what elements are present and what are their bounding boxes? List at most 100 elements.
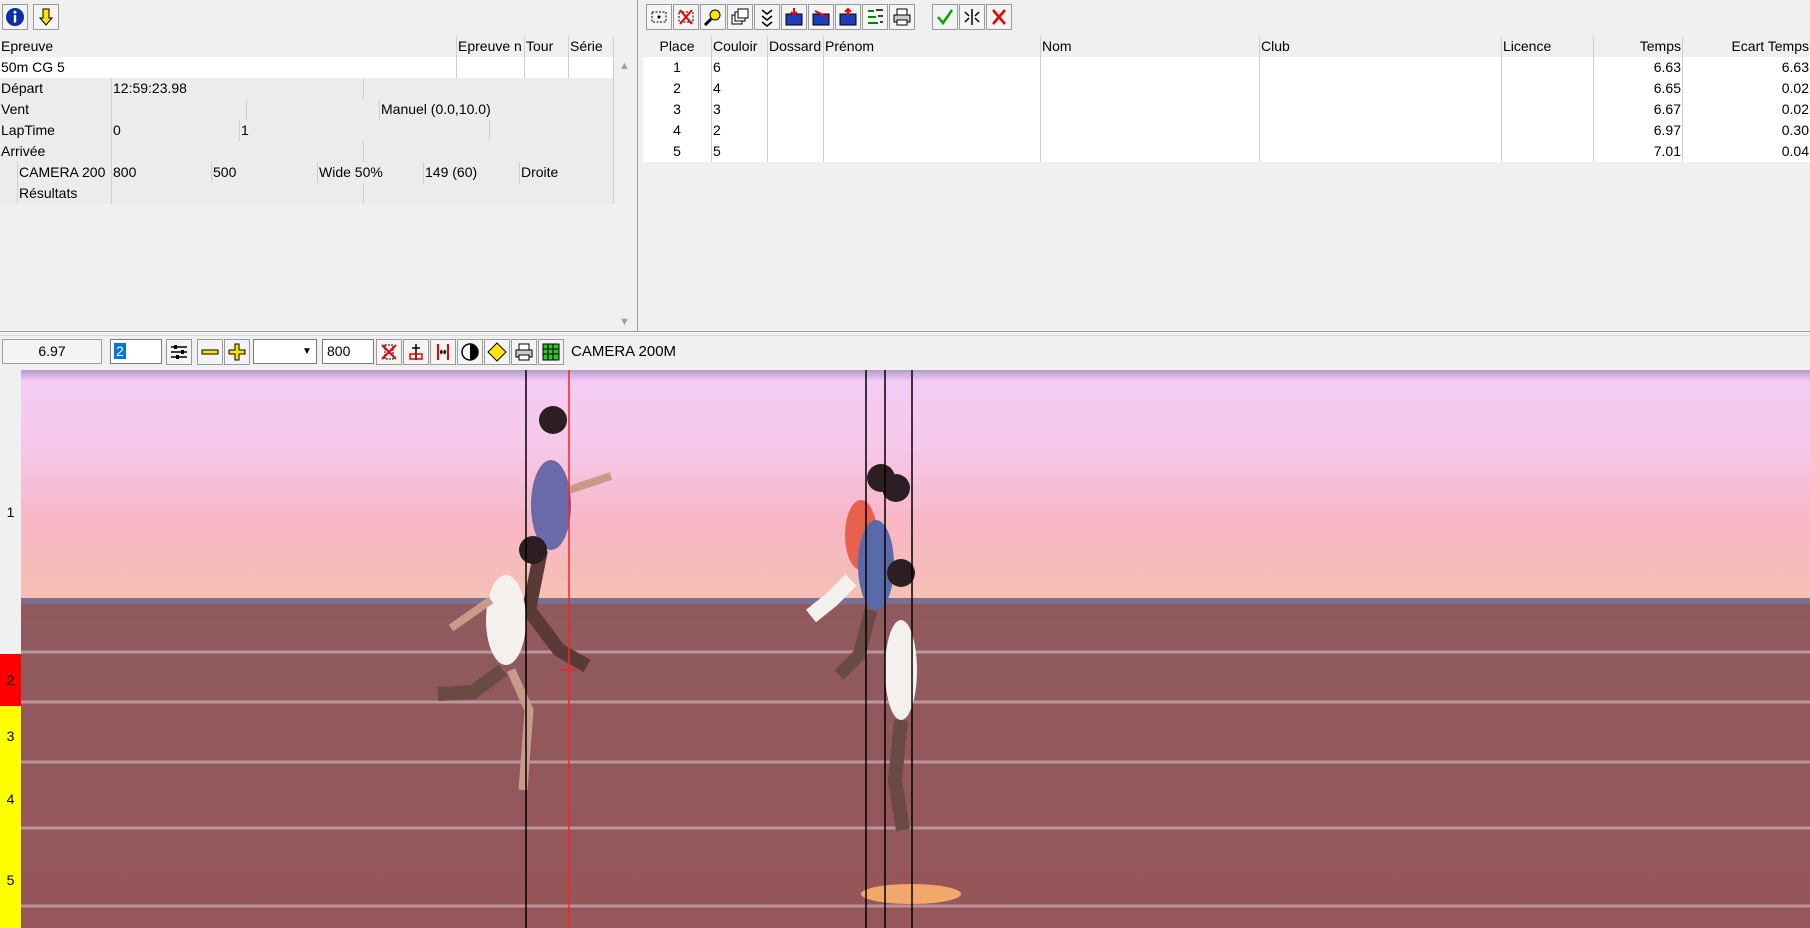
laptime-count[interactable]: 1	[240, 120, 490, 141]
result-time[interactable]: 6.65	[1594, 78, 1683, 99]
select-all-button[interactable]	[646, 4, 672, 30]
result-time[interactable]: 6.63	[1594, 57, 1683, 78]
event-round[interactable]	[525, 57, 569, 78]
results-row[interactable]: Résultats	[0, 183, 614, 204]
result-place[interactable]: 2	[643, 78, 712, 99]
table-row[interactable]: 4 2 6.97 0.30	[643, 120, 1810, 141]
wind-value[interactable]	[112, 99, 247, 120]
result-last-name[interactable]	[1041, 99, 1260, 120]
width-input[interactable]: 800	[322, 339, 374, 364]
col-lane[interactable]: Couloir	[712, 36, 768, 57]
result-license[interactable]	[1502, 78, 1594, 99]
export-button[interactable]	[835, 4, 861, 30]
brightness-button[interactable]	[484, 339, 510, 365]
table-row[interactable]: 2 4 6.65 0.02	[643, 78, 1810, 99]
lane-label-2[interactable]: 2	[0, 654, 21, 706]
result-gap[interactable]: 0.02	[1683, 78, 1810, 99]
result-last-name[interactable]	[1041, 57, 1260, 78]
download-button[interactable]	[33, 4, 59, 30]
measure-button[interactable]	[430, 339, 456, 365]
result-last-name[interactable]	[1041, 78, 1260, 99]
event-row[interactable]: 50m CG 5	[0, 57, 614, 78]
col-epreuve-n[interactable]: Epreuve n	[457, 36, 525, 57]
print-results-button[interactable]	[889, 4, 915, 30]
scroll-down-icon[interactable]: ▼	[619, 316, 630, 328]
result-club[interactable]	[1260, 141, 1502, 162]
result-gap[interactable]: 0.02	[1683, 99, 1810, 120]
lane-input[interactable]: 2	[110, 339, 162, 364]
lane-label-4[interactable]: 4	[0, 766, 21, 832]
col-first-name[interactable]: Prénom	[824, 36, 1041, 57]
cursor-button[interactable]	[403, 339, 429, 365]
settings-button[interactable]	[166, 339, 192, 365]
zoom-select[interactable]: ▼	[253, 339, 317, 364]
result-club[interactable]	[1260, 57, 1502, 78]
wind-mode[interactable]: Manuel (0.0,10.0)	[380, 99, 614, 120]
camera-name[interactable]: CAMERA 200	[18, 162, 112, 183]
col-epreuve[interactable]: Epreuve	[0, 36, 457, 57]
result-gap[interactable]: 0.30	[1683, 120, 1810, 141]
result-lane[interactable]: 2	[712, 120, 768, 141]
lane-label-5[interactable]: 5	[0, 832, 21, 928]
result-first-name[interactable]	[824, 57, 1041, 78]
col-last-name[interactable]: Nom	[1041, 36, 1260, 57]
result-club[interactable]	[1260, 78, 1502, 99]
photo-finish-image[interactable]	[21, 370, 1810, 928]
result-first-name[interactable]	[824, 78, 1041, 99]
scroll-up-icon[interactable]: ▲	[619, 60, 630, 72]
start-row[interactable]: Départ 12:59:23.98	[0, 78, 614, 99]
event-name[interactable]: 50m CG 5	[0, 57, 457, 78]
result-gap[interactable]: 0.04	[1683, 141, 1810, 162]
result-lane[interactable]: 6	[712, 57, 768, 78]
col-gap[interactable]: Ecart Temps	[1683, 36, 1810, 57]
finish-value[interactable]	[112, 141, 364, 162]
import-button[interactable]	[781, 4, 807, 30]
col-tour[interactable]: Tour	[525, 36, 569, 57]
camera-value-3[interactable]: Wide 50%	[318, 162, 424, 183]
result-club[interactable]	[1260, 99, 1502, 120]
event-number[interactable]	[457, 57, 525, 78]
event-heat[interactable]	[569, 57, 614, 78]
delete-button[interactable]	[673, 4, 699, 30]
finish-row[interactable]: Arrivée	[0, 141, 614, 162]
result-bib[interactable]	[768, 141, 824, 162]
col-place[interactable]: Place	[643, 36, 712, 57]
result-last-name[interactable]	[1041, 141, 1260, 162]
cursor-time-field[interactable]: 6.97	[2, 339, 102, 364]
result-place[interactable]: 3	[643, 99, 712, 120]
result-place[interactable]: 4	[643, 120, 712, 141]
result-first-name[interactable]	[824, 141, 1041, 162]
split-button[interactable]	[959, 4, 985, 30]
laptime-start[interactable]: 0	[112, 120, 240, 141]
camera-value-1[interactable]: 800	[112, 162, 212, 183]
clear-lines-button[interactable]	[376, 339, 402, 365]
table-row[interactable]: 3 3 6.67 0.02	[643, 99, 1810, 120]
print-photo-button[interactable]	[511, 339, 537, 365]
start-time[interactable]: 12:59:23.98	[112, 78, 364, 99]
list-button[interactable]	[862, 4, 888, 30]
lane-label-3[interactable]: 3	[0, 706, 21, 766]
result-time[interactable]: 7.01	[1594, 141, 1683, 162]
result-license[interactable]	[1502, 141, 1594, 162]
col-time[interactable]: Temps	[1594, 36, 1683, 57]
result-first-name[interactable]	[824, 99, 1041, 120]
sort-button[interactable]	[754, 4, 780, 30]
result-lane[interactable]: 5	[712, 141, 768, 162]
camera-value-4[interactable]: 149 (60)	[424, 162, 520, 183]
result-license[interactable]	[1502, 99, 1594, 120]
result-last-name[interactable]	[1041, 120, 1260, 141]
event-scrollbar[interactable]: ▲ ▼	[614, 58, 636, 330]
table-row[interactable]: 1 6 6.63 6.63	[643, 57, 1810, 78]
col-license[interactable]: Licence	[1502, 36, 1594, 57]
result-license[interactable]	[1502, 120, 1594, 141]
laptime-row[interactable]: LapTime 0 1	[0, 120, 614, 141]
result-gap[interactable]: 6.63	[1683, 57, 1810, 78]
result-time[interactable]: 6.67	[1594, 99, 1683, 120]
results-label[interactable]: Résultats	[18, 183, 112, 204]
chevron-down-icon[interactable]: ▼	[298, 340, 316, 363]
result-bib[interactable]	[768, 57, 824, 78]
result-place[interactable]: 5	[643, 141, 712, 162]
zoom-out-button[interactable]	[197, 339, 223, 365]
info-button[interactable]	[2, 4, 28, 30]
contrast-button[interactable]	[457, 339, 483, 365]
